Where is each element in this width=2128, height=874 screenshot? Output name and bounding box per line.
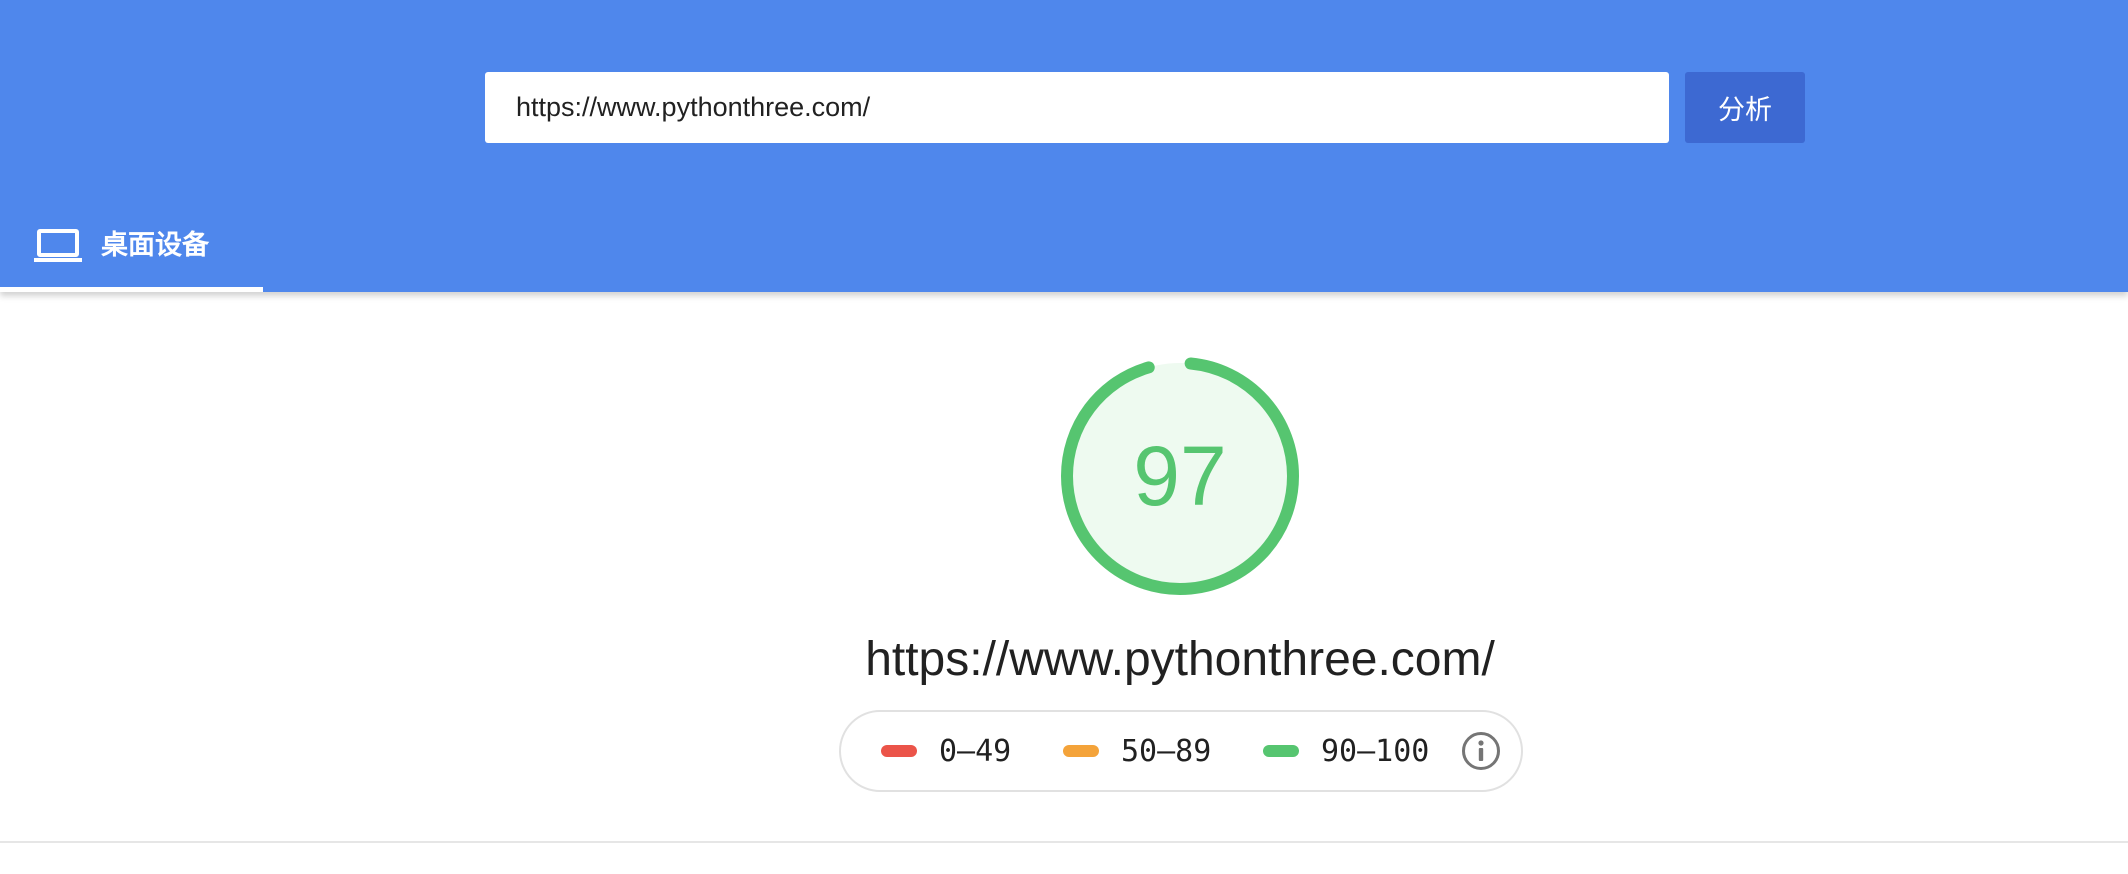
page: 分析 桌面设备 97 https://www.pythonthree.com/ … [0, 0, 2128, 874]
performance-score: 97 [1133, 429, 1227, 523]
url-input[interactable] [485, 72, 1669, 143]
analyze-button[interactable]: 分析 [1685, 72, 1805, 143]
tab-active-indicator [0, 287, 263, 292]
report-url: https://www.pythonthree.com/ [865, 633, 1495, 686]
section-divider [0, 841, 2128, 843]
legend-item-pass: 90–100 [1263, 712, 1429, 790]
tab-label: 桌面设备 [101, 230, 209, 261]
laptop-icon [34, 229, 82, 262]
score-legend: 0–49 50–89 90–100 [839, 710, 1523, 792]
legend-item-average: 50–89 [1063, 712, 1211, 790]
legend-label: 50–89 [1121, 733, 1212, 769]
legend-item-fail: 0–49 [881, 712, 1011, 790]
legend-swatch-red [881, 745, 917, 757]
legend-label: 90–100 [1321, 733, 1430, 769]
header: 分析 桌面设备 [0, 0, 2128, 292]
tab-desktop[interactable]: 桌面设备 [0, 200, 263, 292]
legend-swatch-green [1263, 745, 1299, 757]
legend-swatch-orange [1063, 745, 1099, 757]
info-icon[interactable] [1461, 731, 1501, 771]
legend-label: 0–49 [939, 733, 1012, 769]
